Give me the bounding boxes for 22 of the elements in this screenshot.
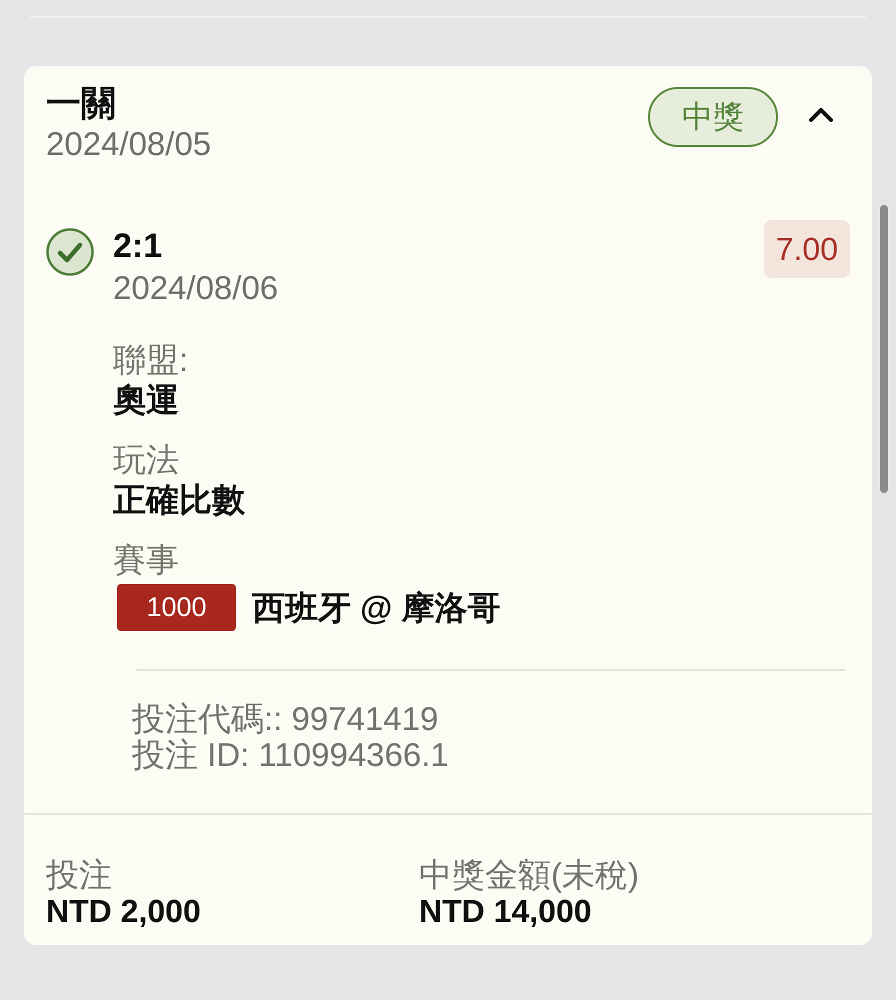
summary-label: 中獎金額(未稅) — [419, 857, 640, 893]
odds-badge: 7.00 — [764, 220, 850, 278]
field-label: 聯盟: — [113, 340, 190, 380]
field-value: 奧運 — [113, 380, 180, 420]
bet-type-title: 一關 — [46, 84, 117, 124]
chevron-up-icon — [808, 107, 834, 123]
match-code-badge: 1000 — [117, 584, 236, 631]
selection-pick: 2:1 — [113, 226, 164, 267]
match-date: 2024/08/06 — [113, 268, 280, 308]
summary-value: NTD 14,000 — [419, 893, 593, 929]
bet-info-line: 投注 ID: 110994366.1 — [132, 737, 450, 773]
field-label: 賽事 — [113, 540, 180, 580]
field-label: 玩法 — [113, 440, 180, 480]
summary-label: 投注 — [46, 857, 113, 893]
bet-date: 2024/08/05 — [46, 124, 212, 164]
collapse-button[interactable] — [808, 107, 834, 123]
scrollbar-thumb[interactable] — [880, 205, 888, 493]
field-value: 正確比數 — [113, 480, 246, 520]
status-badge: 中獎 — [648, 87, 778, 147]
match-teams: 西班牙 @ 摩洛哥 — [252, 588, 501, 628]
bet-info-line: 投注代碼:: 99741419 — [132, 701, 440, 737]
summary-value: NTD 2,000 — [46, 893, 202, 929]
